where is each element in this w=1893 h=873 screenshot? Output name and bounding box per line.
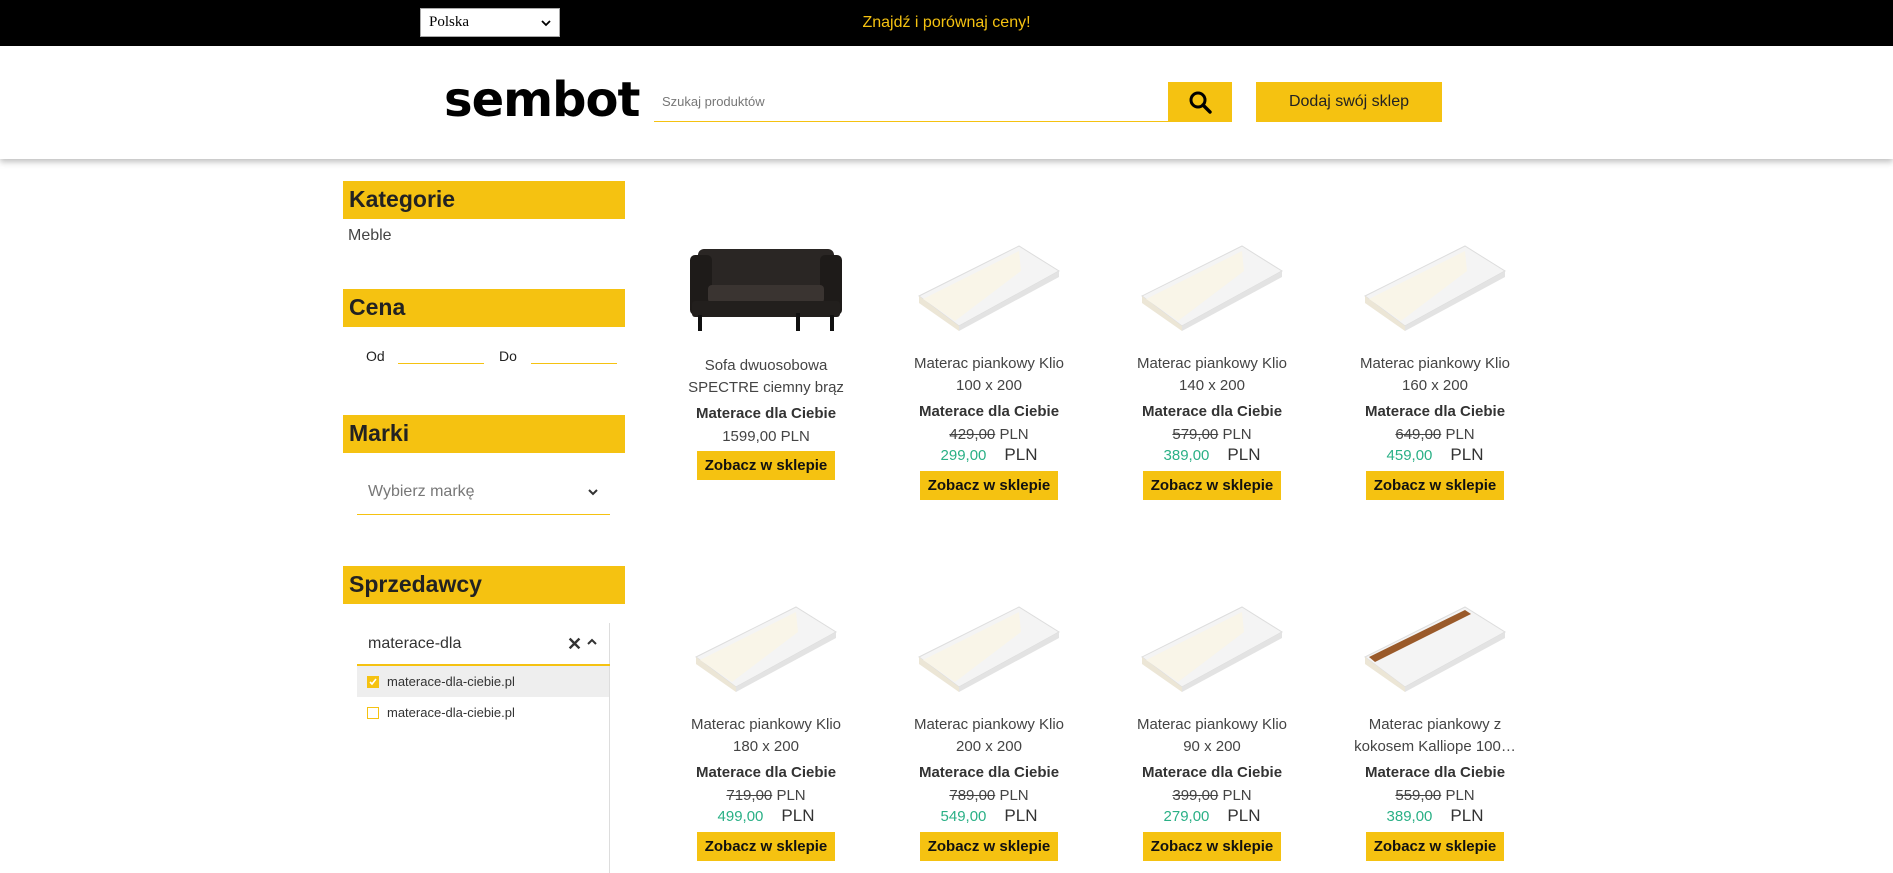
product-price: 279,00 PLN [1163,806,1261,825]
search-input[interactable] [654,82,1168,122]
product-shop: Materace dla Ciebie [918,764,1060,781]
product-name[interactable]: Materac piankowy Klio 200 x 200 [894,714,1084,758]
product-name[interactable]: Sofa dwuosobowa SPECTRE ciemny brąz [671,355,861,399]
search-button[interactable] [1168,82,1232,122]
product-price: 1599,00 PLN [722,428,810,445]
product-card[interactable]: Materac piankowy Klio 200 x 200 Materace… [894,602,1084,861]
view-in-store-button[interactable]: Zobacz w sklepie [919,832,1059,861]
product-image-mattress[interactable] [1340,241,1530,341]
tagline: Znajdź i porównaj ceny! [862,14,1031,31]
product-image-mattress[interactable] [894,241,1084,341]
product-image-sofa[interactable] [671,243,861,343]
brands-title: Marki [343,415,625,453]
product-name[interactable]: Materac piankowy Klio 100 x 200 [894,353,1084,397]
seller-option-label: materace-dla-ciebie.pl [387,705,515,720]
product-old-price: 649,00 PLN [1395,426,1475,443]
product-price: 459,00 PLN [1386,445,1484,464]
product-image-mattress[interactable] [1117,241,1307,341]
close-icon[interactable]: ✕ [567,634,582,655]
product-card[interactable]: Materac piankowy Klio 90 x 200 Materace … [1117,602,1307,861]
product-shop: Materace dla Ciebie [918,403,1060,420]
view-in-store-button[interactable]: Zobacz w sklepie [919,471,1059,500]
category-link-meble[interactable]: Meble [348,227,392,245]
product-card[interactable]: Sofa dwuosobowa SPECTRE ciemny brąz Mate… [671,243,861,480]
product-old-price: 789,00 PLN [949,787,1029,804]
product-name[interactable]: Materac piankowy z kokosem Kalliope 100… [1340,714,1530,758]
product-old-price: 719,00 PLN [726,787,806,804]
product-name[interactable]: Materac piankowy Klio 90 x 200 [1117,714,1307,758]
product-price: 299,00 PLN [940,445,1038,464]
product-shop: Materace dla Ciebie [695,764,837,781]
product-old-price: 579,00 PLN [1172,426,1252,443]
product-old-price: 559,00 PLN [1395,787,1475,804]
view-in-store-button[interactable]: Zobacz w sklepie [1365,832,1505,861]
product-shop: Materace dla Ciebie [1364,403,1506,420]
product-image-mattress[interactable] [894,602,1084,702]
chevron-up-icon[interactable] [586,637,598,647]
product-price: 389,00 PLN [1386,806,1484,825]
checkbox-checked-icon[interactable] [367,675,379,688]
product-shop: Materace dla Ciebie [1141,764,1283,781]
seller-option[interactable]: materace-dla-ciebie.pl [357,697,609,728]
product-shop: Materace dla Ciebie [695,405,837,422]
product-old-price: 399,00 PLN [1172,787,1252,804]
top-bar: Polska Znajdź i porównaj ceny! [0,0,1893,46]
view-in-store-button[interactable]: Zobacz w sklepie [1142,471,1282,500]
view-in-store-button[interactable]: Zobacz w sklepie [1365,471,1505,500]
product-name[interactable]: Materac piankowy Klio 180 x 200 [671,714,861,758]
header: sembot Dodaj swój sklep [0,46,1893,159]
price-from-label: Od [366,348,385,364]
product-card[interactable]: Materac piankowy z kokosem Kalliope 100…… [1340,602,1530,861]
view-in-store-button[interactable]: Zobacz w sklepie [1142,832,1282,861]
search-icon [1189,91,1212,114]
view-in-store-button[interactable]: Zobacz w sklepie [696,832,836,861]
product-name[interactable]: Materac piankowy Klio 160 x 200 [1340,353,1530,397]
logo[interactable]: sembot [444,76,640,124]
product-image-mattress-coconut[interactable] [1340,602,1530,702]
product-image-mattress[interactable] [671,602,861,702]
price-to-input[interactable] [531,342,617,364]
product-name[interactable]: Materac piankowy Klio 140 x 200 [1117,353,1307,397]
brand-select-placeholder: Wybierz markę [368,483,475,500]
product-card[interactable]: Materac piankowy Klio 160 x 200 Materace… [1340,241,1530,500]
add-shop-button[interactable]: Dodaj swój sklep [1256,82,1442,122]
checkbox-icon[interactable] [367,706,379,719]
product-shop: Materace dla Ciebie [1364,764,1506,781]
categories-title: Kategorie [343,181,625,219]
product-image-mattress[interactable] [1117,602,1307,702]
sellers-title: Sprzedawcy [343,566,625,604]
price-from-input[interactable] [398,342,484,364]
product-price: 499,00 PLN [717,806,815,825]
price-title: Cena [343,289,625,327]
product-card[interactable]: Materac piankowy Klio 140 x 200 Materace… [1117,241,1307,500]
product-shop: Materace dla Ciebie [1141,403,1283,420]
product-card[interactable]: Materac piankowy Klio 100 x 200 Materace… [894,241,1084,500]
seller-option[interactable]: materace-dla-ciebie.pl [357,666,609,697]
chevron-down-icon [588,489,598,496]
product-price: 549,00 PLN [940,806,1038,825]
brand-select[interactable]: Wybierz markę [357,470,610,515]
product-old-price: 429,00 PLN [949,426,1029,443]
product-price: 389,00 PLN [1163,445,1261,464]
view-in-store-button[interactable]: Zobacz w sklepie [696,451,836,480]
product-card[interactable]: Materac piankowy Klio 180 x 200 Materace… [671,602,861,861]
price-to-label: Do [499,348,517,364]
seller-option-label: materace-dla-ciebie.pl [387,674,515,689]
